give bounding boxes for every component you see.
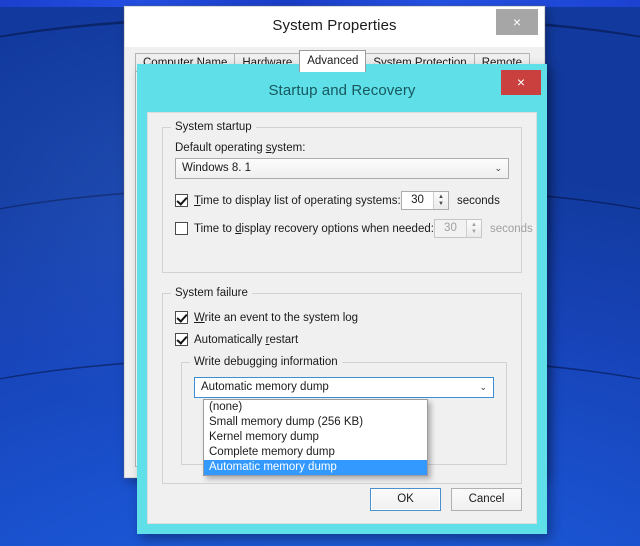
desktop-background: System Properties × Computer Name Hardwa…: [0, 0, 640, 546]
close-icon[interactable]: ×: [496, 9, 538, 35]
startup-and-recovery-dialog: Startup and Recovery × System startup De…: [137, 64, 547, 534]
system-properties-title: System Properties: [272, 17, 397, 34]
stepper-arrows-icon: ▲ ▼: [465, 220, 481, 237]
dropdown-option-small-memory-dump[interactable]: Small memory dump (256 KB): [204, 415, 427, 430]
write-event-label[interactable]: Write an event to the system log: [194, 312, 358, 324]
auto-restart-row: Automatically restart: [175, 333, 509, 346]
close-icon[interactable]: ×: [501, 70, 541, 95]
auto-restart-checkbox[interactable]: [175, 333, 188, 346]
timeout-os-label-accel: T: [194, 194, 201, 207]
system-properties-titlebar[interactable]: System Properties ×: [125, 7, 544, 47]
stepper-down-icon[interactable]: ▼: [438, 201, 444, 208]
write-debugging-dropdown-list[interactable]: (none) Small memory dump (256 KB) Kernel…: [203, 399, 428, 476]
timeout-os-stepper[interactable]: 30 ▲ ▼: [401, 191, 449, 210]
dropdown-option-none[interactable]: (none): [204, 400, 427, 415]
default-os-label-post: ystem:: [271, 142, 306, 154]
timeout-os-unit: seconds: [457, 194, 500, 207]
auto-restart-label[interactable]: Automatically restart: [194, 334, 298, 346]
timeout-recovery-value: 30: [444, 222, 457, 234]
timeout-recovery-row: Time to display recovery options when ne…: [175, 219, 533, 238]
write-event-checkbox[interactable]: [175, 311, 188, 324]
startup-recovery-body: System startup Default operating system:…: [147, 112, 537, 524]
dropdown-option-automatic-memory-dump[interactable]: Automatic memory dump: [204, 460, 427, 475]
default-os-value: Windows 8. 1: [182, 162, 252, 174]
write-debugging-legend: Write debugging information: [190, 356, 342, 368]
timeout-os-checkbox[interactable]: [175, 194, 188, 207]
stepper-down-icon: ▼: [470, 228, 477, 235]
write-event-label-accel: W: [194, 311, 205, 324]
system-failure-legend: System failure: [171, 287, 252, 299]
timeout-recovery-label[interactable]: Time to display recovery options when ne…: [194, 223, 434, 235]
timeout-os-label[interactable]: Time to display list of operating system…: [194, 195, 401, 207]
default-os-label-pre: Default operating: [175, 142, 266, 154]
chevron-down-icon: ⌄: [479, 382, 487, 392]
timeout-recovery-checkbox[interactable]: [175, 222, 188, 235]
default-operating-system-combo[interactable]: Windows 8. 1 ⌄: [175, 158, 509, 179]
timeout-recovery-spin-cluster: 30 ▲ ▼ seconds: [433, 219, 542, 238]
default-os-label: Default operating system:: [175, 142, 509, 154]
timeout-os-value: 30: [411, 194, 424, 206]
tab-advanced[interactable]: Advanced: [299, 50, 367, 72]
timeout-os-row: Time to display list of operating system…: [175, 191, 509, 210]
timeout-os-label-rest: ime to display list of operating systems…: [200, 194, 401, 207]
startup-recovery-title: Startup and Recovery: [268, 82, 416, 99]
timeout-recovery-stepper: 30 ▲ ▼: [433, 219, 482, 238]
dialog-button-bar: OK Cancel: [370, 488, 522, 511]
write-debugging-group: Write debugging information Automatic me…: [181, 356, 507, 476]
auto-restart-label-pre: Automatically: [194, 333, 266, 346]
dropdown-option-kernel-memory-dump[interactable]: Kernel memory dump: [204, 430, 427, 445]
timeout-recovery-label-pre: Time to: [194, 222, 236, 235]
write-event-label-rest: rite an event to the system log: [204, 311, 359, 324]
ok-button[interactable]: OK: [370, 488, 441, 511]
write-debugging-selected-value: Automatic memory dump: [201, 381, 329, 393]
startup-recovery-titlebar[interactable]: Startup and Recovery ×: [147, 70, 541, 112]
timeout-os-spin-cluster: 30 ▲ ▼ seconds: [401, 191, 509, 210]
write-debugging-combo[interactable]: Automatic memory dump ⌄: [194, 377, 494, 398]
stepper-arrows-icon[interactable]: ▲ ▼: [433, 192, 448, 209]
chevron-down-icon: ⌄: [494, 163, 502, 173]
system-startup-legend: System startup: [171, 121, 256, 133]
auto-restart-label-post: estart: [269, 333, 299, 346]
system-startup-group: System startup Default operating system:…: [162, 121, 533, 273]
system-failure-group: System failure Write an event to the sys…: [162, 287, 522, 484]
dropdown-option-complete-memory-dump[interactable]: Complete memory dump: [204, 445, 427, 460]
stepper-up-icon: ▲: [470, 221, 477, 228]
timeout-recovery-label-post: isplay recovery options when needed:: [241, 222, 434, 235]
cancel-button[interactable]: Cancel: [451, 488, 522, 511]
stepper-up-icon[interactable]: ▲: [438, 194, 444, 201]
write-event-row: Write an event to the system log: [175, 311, 509, 324]
timeout-recovery-unit: seconds: [489, 222, 533, 235]
